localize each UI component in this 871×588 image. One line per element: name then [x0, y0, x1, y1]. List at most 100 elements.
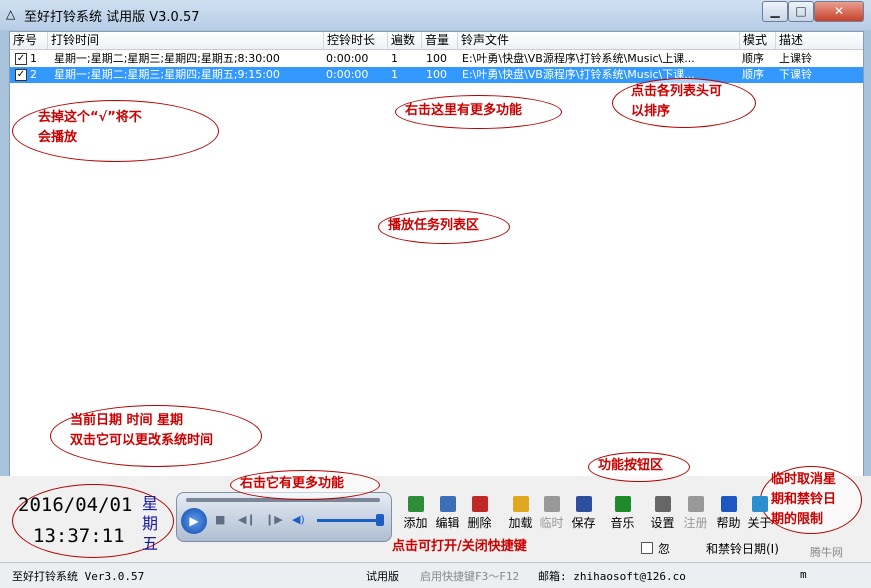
- row-desc: 上课铃: [779, 52, 812, 65]
- weekday-char-3[interactable]: 五: [142, 530, 158, 554]
- toolbar-button-label: 编辑: [435, 516, 460, 530]
- toolbar-button-label: 保存: [571, 516, 596, 530]
- row-time: 星期一;星期二;星期三;星期四;星期五;9:15:00: [54, 68, 280, 81]
- row-duration: 0:00:00: [326, 52, 369, 65]
- ignore-checkbox-label: 忽: [658, 542, 671, 556]
- column-header-desc[interactable]: 描述: [776, 32, 863, 49]
- annotation-buttons: 功能按钮区: [598, 458, 664, 473]
- previous-icon[interactable]: ◀❙: [238, 513, 256, 526]
- toolbar-button-label: 设置: [650, 516, 675, 530]
- toolbar-button-label: 添加: [403, 516, 428, 530]
- minimize-button[interactable]: ▁: [762, 1, 788, 22]
- row-no: 2: [30, 68, 37, 81]
- toolbar-button-label: 删除: [467, 516, 492, 530]
- help-icon: [720, 496, 737, 512]
- toolbar-button-8[interactable]: 注册: [680, 494, 711, 532]
- temp-icon: [543, 496, 560, 512]
- status-tail: m: [800, 568, 807, 581]
- volume-slider[interactable]: [317, 519, 383, 522]
- toolbar-button-9[interactable]: 帮助: [713, 494, 744, 532]
- globe-icon: [751, 496, 768, 512]
- ignore-checkbox-label-tail: 和禁铃日期(I): [706, 542, 779, 556]
- toolbar-button-1[interactable]: 编辑: [432, 494, 463, 532]
- column-header-time[interactable]: 打铃时间: [48, 32, 324, 49]
- annotation-checkbox-1: 去掉这个“√”将不: [38, 110, 142, 125]
- status-version: 至好打铃系统 Ver3.0.57: [12, 570, 145, 583]
- toolbar-button-2[interactable]: 删除: [464, 494, 495, 532]
- status-bar: 至好打铃系统 Ver3.0.57 试用版 启用快捷键F3～F12 邮箱: zhi…: [0, 562, 871, 588]
- window-title: 至好打铃系统 试用版 V3.0.57: [24, 10, 200, 25]
- toolbar-button-4[interactable]: 临时: [536, 494, 567, 532]
- toolbar-button-10[interactable]: 关于: [744, 494, 775, 532]
- status-email: 邮箱: zhihaosoft@126.co: [538, 570, 686, 583]
- annotation-cancel-2: 期和禁铃日: [771, 492, 837, 507]
- annotation-sort-2: 以排序: [631, 104, 671, 119]
- column-header-mode[interactable]: 模式: [740, 32, 776, 49]
- toolbar-button-5[interactable]: 保存: [568, 494, 599, 532]
- delete-icon: [471, 496, 488, 512]
- row-mode: 顺序: [742, 68, 764, 81]
- bell-icon: △: [6, 7, 16, 21]
- folder-icon: [512, 496, 529, 512]
- toolbar-button-label: 帮助: [716, 516, 741, 530]
- register-icon: [687, 496, 704, 512]
- column-header-no[interactable]: 序号: [10, 32, 48, 49]
- row-checkbox[interactable]: ✓: [15, 53, 27, 65]
- close-button[interactable]: ✕: [814, 1, 864, 22]
- status-edition: 试用版: [366, 570, 399, 583]
- annotation-cancel-1: 临时取消星: [771, 472, 837, 487]
- next-icon[interactable]: ❙▶: [265, 513, 283, 526]
- row-volume: 100: [426, 68, 447, 81]
- table-row[interactable]: ✓ 2 星期一;星期二;星期三;星期四;星期五;9:15:00 0:00:00 …: [10, 67, 863, 83]
- current-time[interactable]: 13:37:11: [33, 525, 125, 547]
- play-icon[interactable]: ▶: [181, 508, 207, 534]
- watermark: 腾牛网: [810, 546, 843, 559]
- toolbar-button-label: 注册: [683, 516, 708, 530]
- annotation-rightclick-list: 右击这里有更多功能: [405, 103, 523, 118]
- toolbar-button-6[interactable]: 音乐: [607, 494, 638, 532]
- ignore-checkbox[interactable]: [641, 542, 653, 554]
- annotation-datetime-1: 当前日期 时间 星期: [70, 413, 184, 428]
- list-header: 序号 打铃时间 控铃时长 遍数 音量 铃声文件 模式 描述: [10, 32, 863, 50]
- row-checkbox[interactable]: ✓: [15, 69, 27, 81]
- add-icon: [407, 496, 424, 512]
- row-file: E:\叶勇\快盘\VB源程序\打铃系统\Music\上课...: [462, 52, 695, 65]
- row-volume: 100: [426, 52, 447, 65]
- volume-knob[interactable]: [376, 514, 384, 526]
- row-repeat: 1: [391, 52, 398, 65]
- row-no: 1: [30, 52, 37, 65]
- annotation-player: 右击它有更多功能: [240, 476, 345, 491]
- annotation-shortcut: 点击可打开/关闭快捷键: [392, 539, 527, 554]
- row-repeat: 1: [391, 68, 398, 81]
- annotation-cancel-3: 期的限制: [771, 512, 824, 527]
- status-shortcut[interactable]: 启用快捷键F3～F12: [420, 568, 519, 584]
- toolbar-button-0[interactable]: 添加: [400, 494, 431, 532]
- edit-icon: [439, 496, 456, 512]
- row-mode: 顺序: [742, 52, 764, 65]
- table-row[interactable]: ✓ 1 星期一;星期二;星期三;星期四;星期五;8:30:00 0:00:00 …: [10, 51, 863, 67]
- toolbar-button-label: 关于: [747, 516, 772, 530]
- music-icon: [614, 496, 631, 512]
- column-header-volume[interactable]: 音量: [422, 32, 458, 49]
- column-header-repeat[interactable]: 遍数: [388, 32, 422, 49]
- maximize-button[interactable]: □: [788, 1, 814, 22]
- stop-icon[interactable]: ■: [215, 513, 225, 526]
- annotation-datetime-2: 双击它可以更改系统时间: [70, 433, 214, 448]
- toolbar-button-label: 临时: [539, 516, 564, 530]
- annotation-sort-1: 点击各列表头可: [631, 84, 723, 99]
- row-time: 星期一;星期二;星期三;星期四;星期五;8:30:00: [54, 52, 280, 65]
- toolbar-button-label: 加载: [508, 516, 533, 530]
- volume-icon[interactable]: ◀): [292, 513, 305, 526]
- toolbar-button-label: 音乐: [610, 516, 635, 530]
- column-header-file[interactable]: 铃声文件: [458, 32, 740, 49]
- row-desc: 下课铃: [779, 68, 812, 81]
- gear-icon: [654, 496, 671, 512]
- save-icon: [575, 496, 592, 512]
- annotation-list-area: 播放任务列表区: [388, 218, 480, 233]
- toolbar-button-7[interactable]: 设置: [647, 494, 678, 532]
- annotation-checkbox-2: 会播放: [38, 130, 78, 145]
- column-header-duration[interactable]: 控铃时长: [324, 32, 388, 49]
- row-duration: 0:00:00: [326, 68, 369, 81]
- current-date[interactable]: 2016/04/01: [18, 494, 132, 516]
- toolbar-button-3[interactable]: 加载: [505, 494, 536, 532]
